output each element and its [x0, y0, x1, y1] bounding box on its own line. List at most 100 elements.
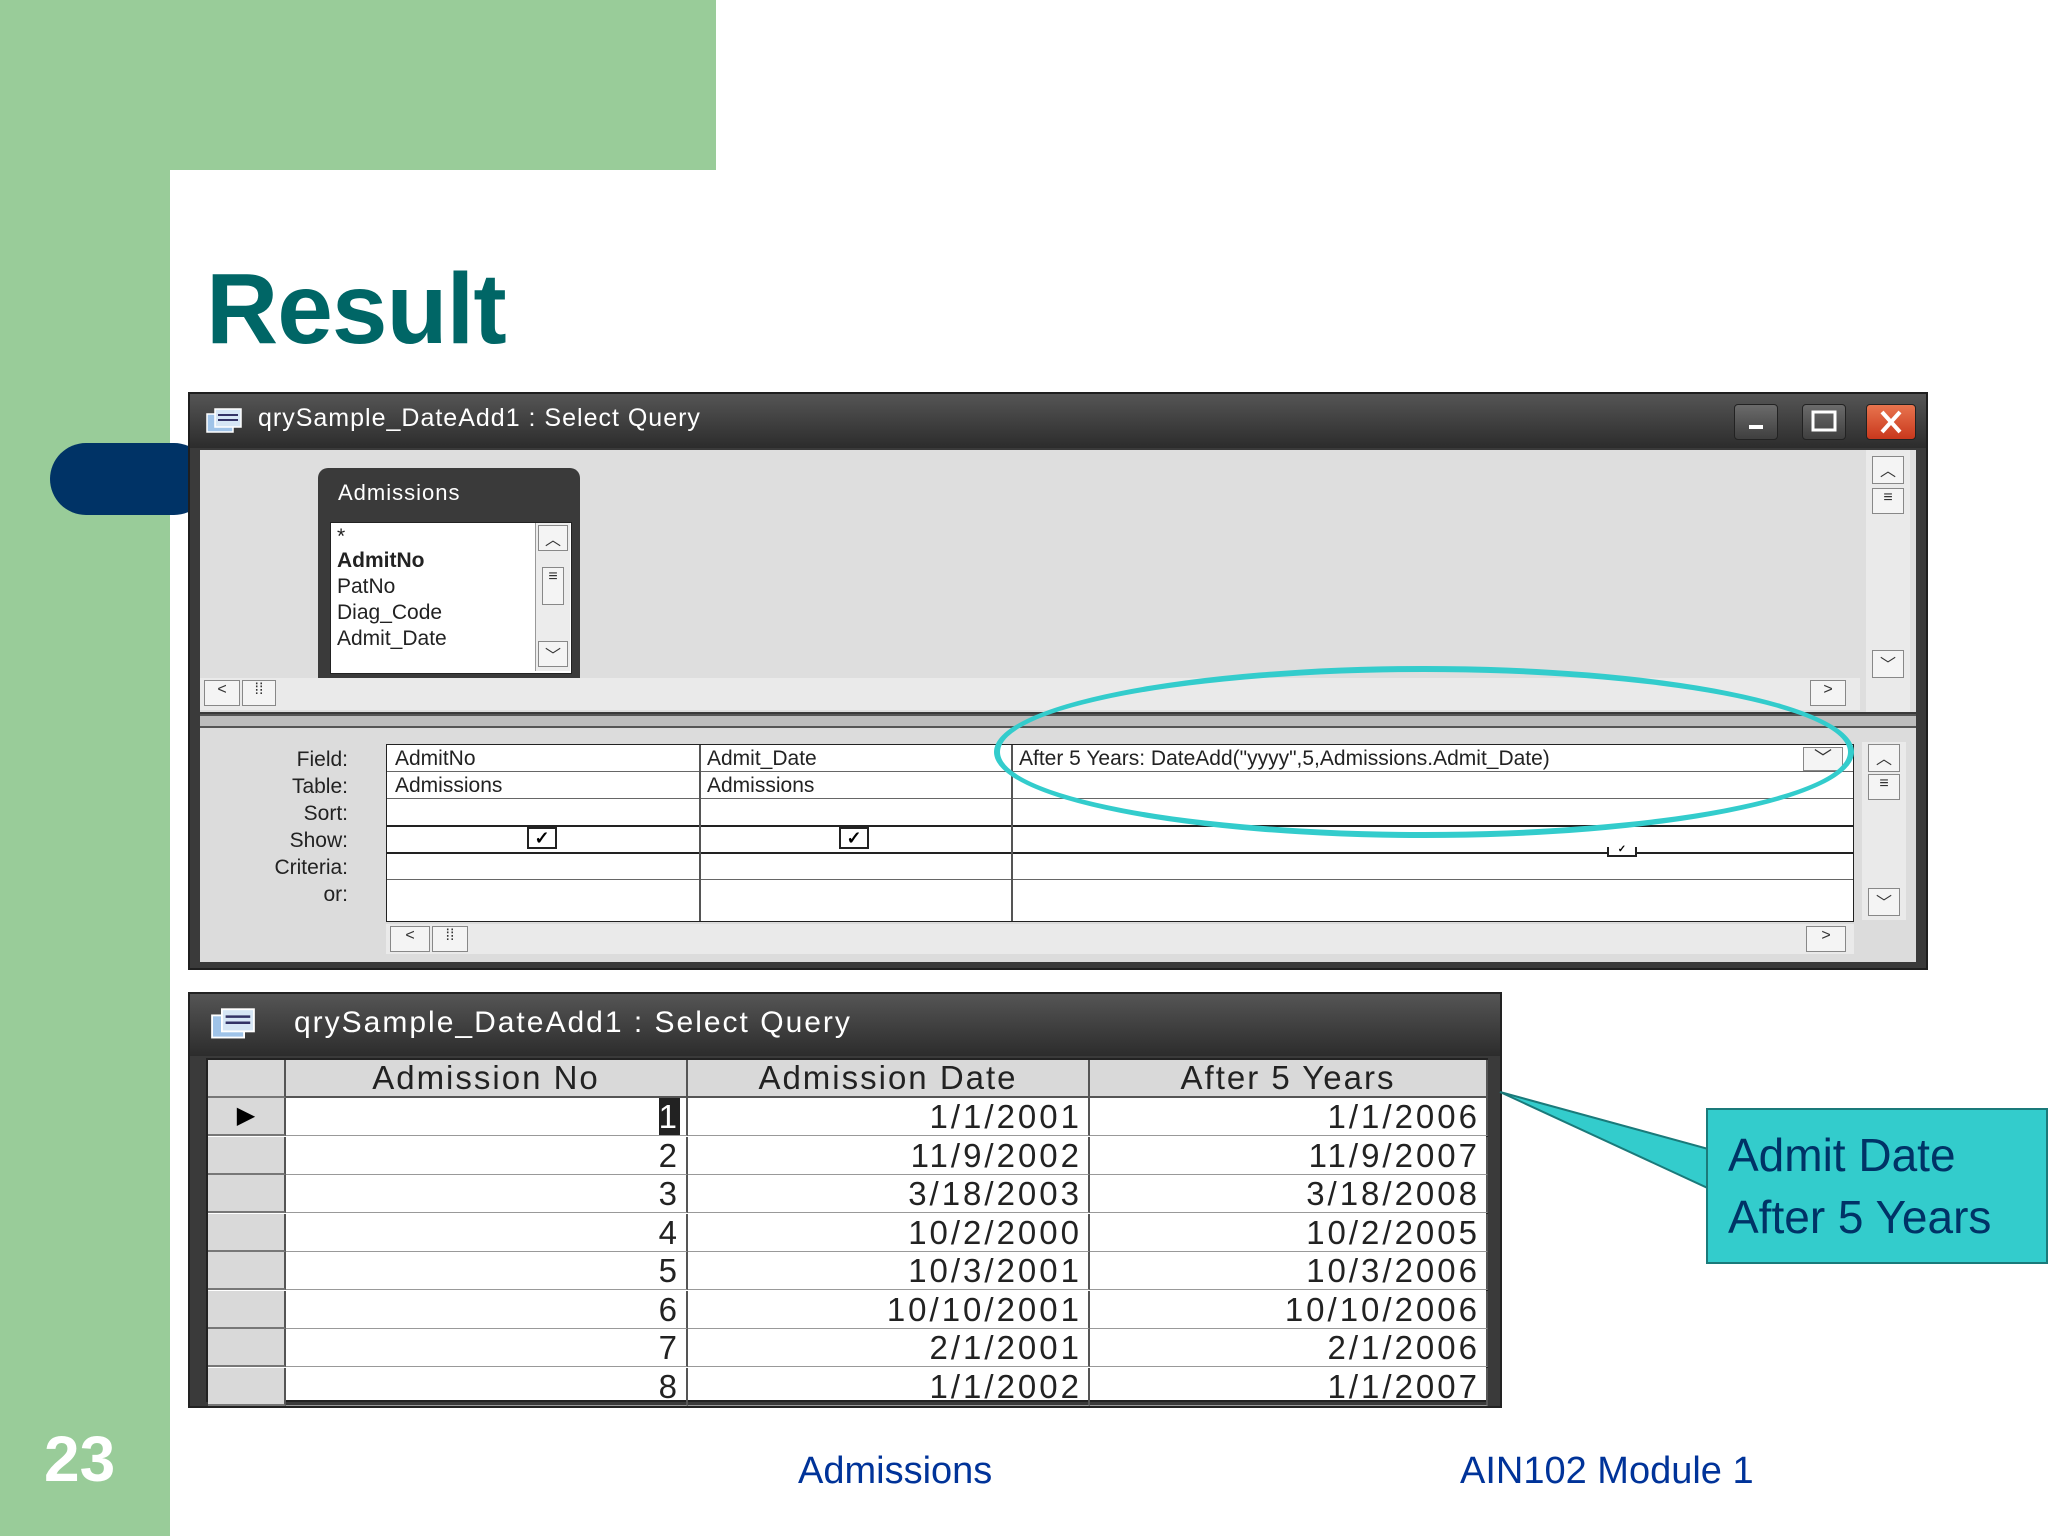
table-cell[interactable]: 2/1/2006 [1090, 1329, 1488, 1367]
table-cell[interactable]: 3/18/2003 [688, 1175, 1090, 1213]
cell-value: 7 [658, 1329, 680, 1366]
table-cell[interactable]: 10/2/2000 [688, 1213, 1090, 1252]
window-titlebar[interactable]: qrySample_DateAdd1 : Select Query [190, 394, 1926, 448]
chevron-down-icon[interactable]: ﹀ [538, 641, 568, 667]
grid-horizontal-scrollbar[interactable]: < ⁞⁞ > [386, 924, 1854, 954]
highlight-ellipse [994, 666, 1854, 838]
column-header-after-5-years[interactable]: After 5 Years [1090, 1060, 1488, 1098]
close-button[interactable] [1866, 404, 1916, 440]
table-cell[interactable]: 5 [286, 1252, 688, 1290]
show-checkbox[interactable]: ✓ [527, 827, 557, 849]
minimize-icon [1749, 425, 1763, 429]
cell-value: 1/1/2006 [1327, 1098, 1480, 1135]
field-list-item[interactable]: Admit_Date [337, 627, 447, 651]
record-selector[interactable] [208, 1175, 286, 1213]
chevron-up-icon[interactable]: ︿ [1868, 744, 1900, 772]
callout-line-2: After 5 Years [1728, 1191, 1992, 1243]
table-cell[interactable]: 10/2/2005 [1090, 1213, 1488, 1252]
cell-value: 10/10/2001 [886, 1290, 1082, 1328]
current-record-arrow-icon[interactable]: ▶ [208, 1098, 286, 1136]
chevron-up-icon[interactable]: ︿ [538, 525, 568, 551]
column-header-admission-no[interactable]: Admission No [286, 1060, 688, 1098]
cell-value: 8 [658, 1367, 680, 1405]
grid-field-cell[interactable]: AdmitNo [395, 747, 476, 771]
cell-value: 3 [658, 1175, 680, 1212]
cell-value: 2 [658, 1136, 680, 1174]
select-all-corner[interactable] [208, 1060, 286, 1098]
chevron-down-icon[interactable]: ﹀ [1872, 650, 1904, 678]
chevron-left-icon[interactable]: < [204, 680, 240, 706]
table-pane: Admissions * AdmitNo PatNo Diag_Code Adm… [200, 450, 1916, 712]
scroll-thumb[interactable]: ≡ [1872, 488, 1904, 514]
datasheet-grid: Admission No Admission Date After 5 Year… [206, 1058, 1488, 1406]
table-cell[interactable]: 2 [286, 1136, 688, 1175]
cell-value: 1/1/2001 [929, 1098, 1082, 1135]
scroll-thumb[interactable]: ≡ [1868, 774, 1900, 800]
table-cell[interactable]: 1/1/2006 [1090, 1098, 1488, 1136]
record-selector[interactable] [208, 1290, 286, 1329]
table-cell[interactable]: 2/1/2001 [688, 1329, 1090, 1367]
field-list-item[interactable]: * [337, 525, 345, 549]
minimize-button[interactable] [1734, 404, 1778, 440]
record-selector[interactable] [208, 1252, 286, 1290]
table-cell[interactable]: 8 [286, 1367, 688, 1406]
table-cell[interactable]: 10/10/2006 [1090, 1290, 1488, 1329]
grid-table-cell[interactable]: Admissions [707, 774, 814, 798]
row-label-sort: Sort: [303, 802, 348, 825]
cell-value: 11/9/2002 [910, 1136, 1082, 1174]
field-list-scrollbar[interactable]: ︿ ≡ ﹀ [535, 523, 570, 671]
cell-value: 10/2/2000 [908, 1213, 1082, 1251]
table-cell[interactable]: 10/3/2006 [1090, 1252, 1488, 1290]
table-cell[interactable]: 6 [286, 1290, 688, 1329]
chevron-up-icon[interactable]: ︿ [1872, 456, 1904, 484]
cell-value: 5 [658, 1252, 680, 1289]
record-selector[interactable] [208, 1213, 286, 1252]
callout-line-1: Admit Date [1728, 1129, 1956, 1181]
table-cell[interactable]: 10/10/2001 [688, 1290, 1090, 1329]
column-header-admission-date[interactable]: Admission Date [688, 1060, 1090, 1098]
scroll-thumb[interactable]: ≡ [542, 567, 564, 605]
field-list-item[interactable]: PatNo [337, 575, 395, 599]
scroll-thumb[interactable]: ⁞⁞ [432, 926, 468, 952]
table-cell[interactable]: 3 [286, 1175, 688, 1213]
table-cell[interactable]: 4 [286, 1213, 688, 1252]
cell-value: 10/2/2005 [1306, 1213, 1480, 1251]
window-titlebar[interactable]: qrySample_DateAdd1 : Select Query [190, 994, 1500, 1056]
table-cell[interactable]: 11/9/2007 [1090, 1136, 1488, 1175]
window-title: qrySample_DateAdd1 : Select Query [294, 1006, 852, 1039]
show-checkbox[interactable]: ✓ [1607, 845, 1637, 857]
admissions-field-list[interactable]: Admissions * AdmitNo PatNo Diag_Code Adm… [318, 468, 580, 682]
scroll-thumb[interactable]: ⁞⁞ [242, 680, 276, 706]
query-icon [206, 408, 242, 433]
show-checkbox[interactable]: ✓ [839, 827, 869, 849]
table-cell[interactable]: 11/9/2002 [688, 1136, 1090, 1175]
table-cell[interactable]: 1 [286, 1098, 688, 1136]
grid-vertical-scrollbar[interactable]: ︿ ≡ ﹀ [1862, 742, 1906, 920]
record-selector[interactable] [208, 1367, 286, 1406]
table-cell[interactable]: 3/18/2008 [1090, 1175, 1488, 1213]
field-list-item[interactable]: Diag_Code [337, 601, 442, 625]
table-cell[interactable]: 10/3/2001 [688, 1252, 1090, 1290]
cell-value: 2/1/2001 [929, 1329, 1082, 1366]
table-cell[interactable]: 1/1/2001 [688, 1098, 1090, 1136]
footer-right-text: AIN102 Module 1 [1460, 1450, 1754, 1492]
chevron-down-icon[interactable]: ﹀ [1868, 888, 1900, 916]
grid-field-cell[interactable]: Admit_Date [707, 747, 817, 771]
field-list-body: * AdmitNo PatNo Diag_Code Admit_Date ︿ ≡… [330, 522, 572, 674]
slide-title: Result [206, 253, 507, 365]
chevron-right-icon[interactable]: > [1810, 680, 1846, 706]
chevron-right-icon[interactable]: > [1806, 926, 1846, 952]
table-pane-vertical-scrollbar[interactable]: ︿ ≡ ﹀ [1866, 450, 1910, 712]
record-selector[interactable] [208, 1136, 286, 1175]
table-cell[interactable]: 7 [286, 1329, 688, 1367]
field-list-item[interactable]: AdmitNo [337, 549, 425, 573]
row-label-or: or: [323, 883, 348, 906]
chevron-left-icon[interactable]: < [390, 926, 430, 952]
table-cell[interactable]: 1/1/2007 [1090, 1367, 1488, 1406]
table-cell[interactable]: 1/1/2002 [688, 1367, 1090, 1406]
grid-table-cell[interactable]: Admissions [395, 774, 502, 798]
close-icon [1880, 410, 1902, 434]
maximize-button[interactable] [1802, 404, 1846, 440]
record-selector[interactable] [208, 1329, 286, 1367]
maximize-icon [1811, 410, 1837, 432]
